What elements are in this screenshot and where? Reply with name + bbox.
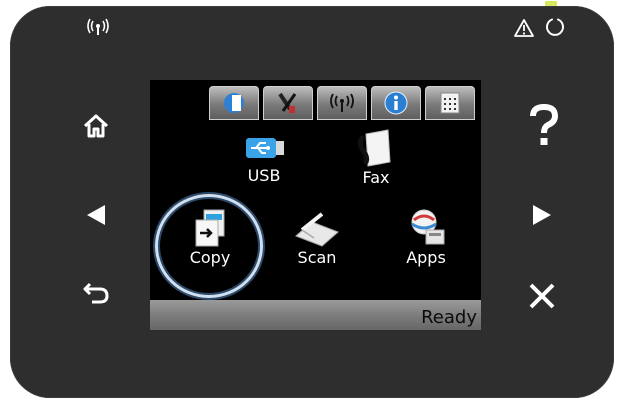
attention-icon — [512, 17, 536, 39]
info-button[interactable] — [371, 86, 421, 120]
web-services-button[interactable] — [425, 86, 475, 120]
home-button[interactable] — [78, 108, 114, 144]
status-text: Ready — [421, 307, 477, 328]
app-label: Fax — [362, 168, 390, 187]
status-bar: Ready — [150, 300, 481, 330]
info-icon — [384, 91, 408, 115]
app-fax[interactable]: Fax — [346, 128, 406, 187]
app-scan[interactable]: Scan — [285, 208, 349, 267]
apps-icon — [411, 209, 445, 245]
back-arrow-button[interactable] — [80, 199, 112, 231]
scan-icon — [295, 212, 339, 247]
selection-ring — [155, 194, 263, 298]
wireless-button[interactable] — [317, 86, 367, 120]
forward-arrow-button[interactable] — [526, 199, 558, 231]
supplies-icon — [224, 93, 244, 113]
return-icon — [83, 282, 109, 304]
cancel-button[interactable] — [524, 278, 560, 314]
app-label: USB — [247, 166, 281, 185]
help-icon — [530, 104, 559, 145]
app-usb[interactable]: USB — [234, 130, 294, 185]
app-label: Scan — [297, 248, 337, 267]
help-button[interactable] — [524, 102, 564, 150]
home-icon — [83, 114, 109, 138]
power-icon[interactable] — [543, 15, 567, 39]
setup-button[interactable] — [263, 86, 313, 120]
forward-arrow-icon — [533, 205, 551, 225]
top-toolbar — [209, 86, 479, 120]
wireless-icon — [330, 93, 354, 112]
wireless-icon — [86, 16, 110, 38]
web-services-icon — [440, 92, 460, 114]
back-arrow-icon — [87, 205, 105, 225]
cancel-icon — [529, 283, 555, 309]
return-button[interactable] — [78, 277, 114, 309]
setup-icon — [278, 92, 297, 113]
fax-icon — [357, 129, 391, 167]
app-apps[interactable]: Apps — [394, 208, 458, 267]
supplies-button[interactable] — [209, 86, 259, 120]
usb-icon — [246, 138, 284, 158]
app-label: Apps — [406, 248, 446, 267]
